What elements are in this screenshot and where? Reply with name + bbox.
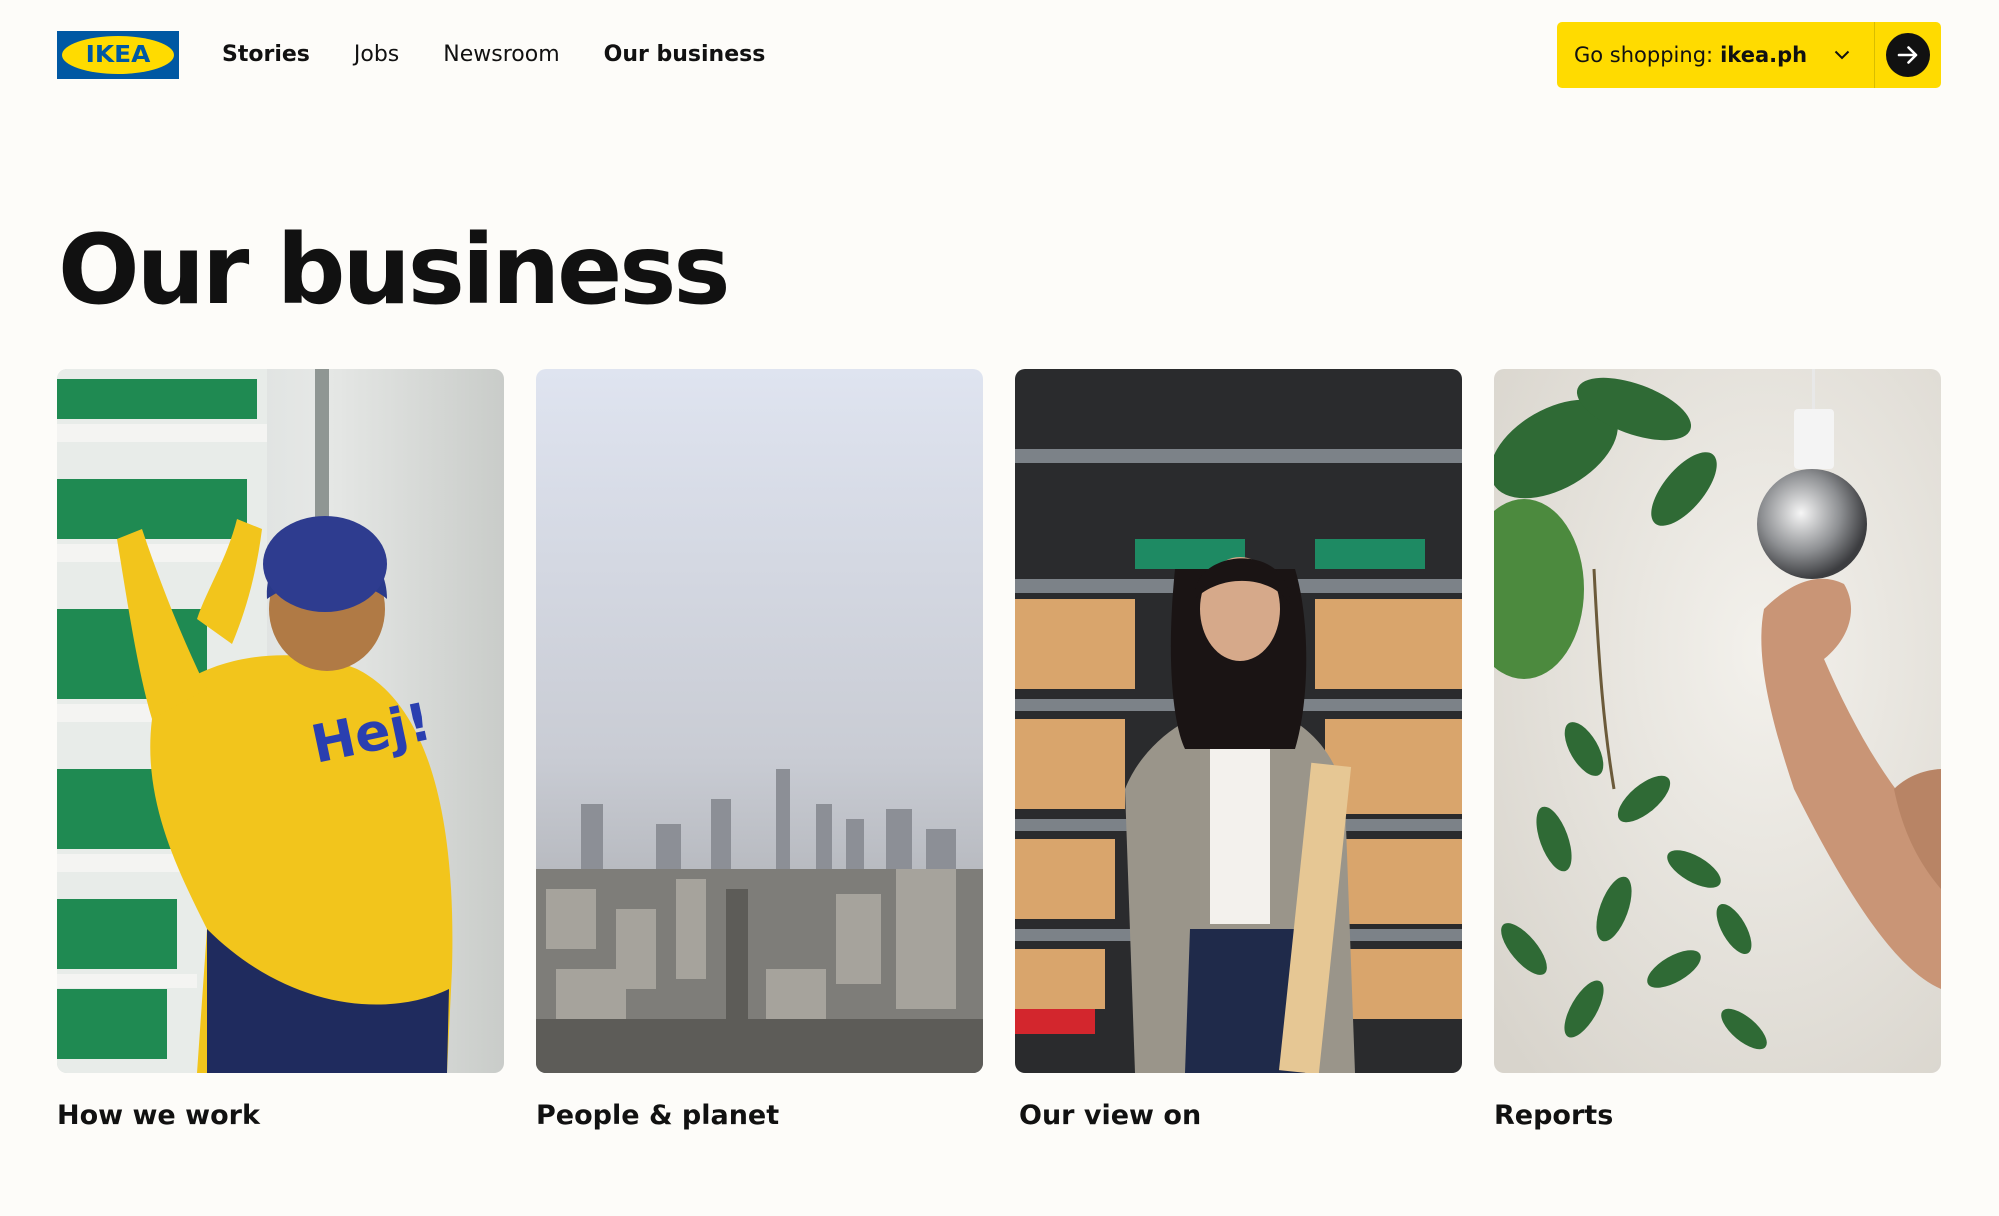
go-shopping-selector: Go shopping: ikea.ph [1557, 22, 1941, 88]
go-shopping-label: Go shopping: [1574, 43, 1714, 67]
ikea-logo[interactable]: IKEA [57, 31, 179, 79]
card-people-and-planet[interactable]: People & planet [536, 369, 983, 1133]
nav-item-newsroom[interactable]: Newsroom [443, 41, 559, 69]
card-label-how-we-work: How we work [57, 1100, 260, 1131]
arrow-right-icon [1886, 33, 1930, 77]
logo-text: IKEA [85, 42, 151, 68]
card-how-we-work[interactable]: Hej! How we work [57, 369, 504, 1133]
card-label-our-view-on: Our view on [1019, 1100, 1202, 1131]
nav-item-stories[interactable]: Stories [222, 41, 310, 69]
market-dropdown[interactable]: Go shopping: ikea.ph [1557, 22, 1874, 88]
card-image-reports [1494, 369, 1941, 1073]
card-image-people-and-planet [536, 369, 983, 1073]
page-title: Our business [58, 214, 731, 326]
go-shopping-button[interactable] [1875, 22, 1941, 88]
nav-item-our-business[interactable]: Our business [604, 41, 766, 69]
card-image-our-view-on [1015, 369, 1462, 1073]
selected-market: ikea.ph [1720, 43, 1808, 67]
logo-oval: IKEA [62, 36, 174, 74]
card-reports[interactable]: Reports [1494, 369, 1941, 1133]
card-our-view-on[interactable]: Our view on [1015, 369, 1462, 1133]
nav-item-jobs[interactable]: Jobs [354, 41, 399, 69]
chevron-down-icon [1831, 44, 1853, 66]
main-nav: Stories Jobs Newsroom Our business [222, 41, 809, 69]
card-label-reports: Reports [1494, 1100, 1614, 1131]
card-label-people-and-planet: People & planet [536, 1100, 780, 1131]
card-image-how-we-work: Hej! [57, 369, 504, 1073]
